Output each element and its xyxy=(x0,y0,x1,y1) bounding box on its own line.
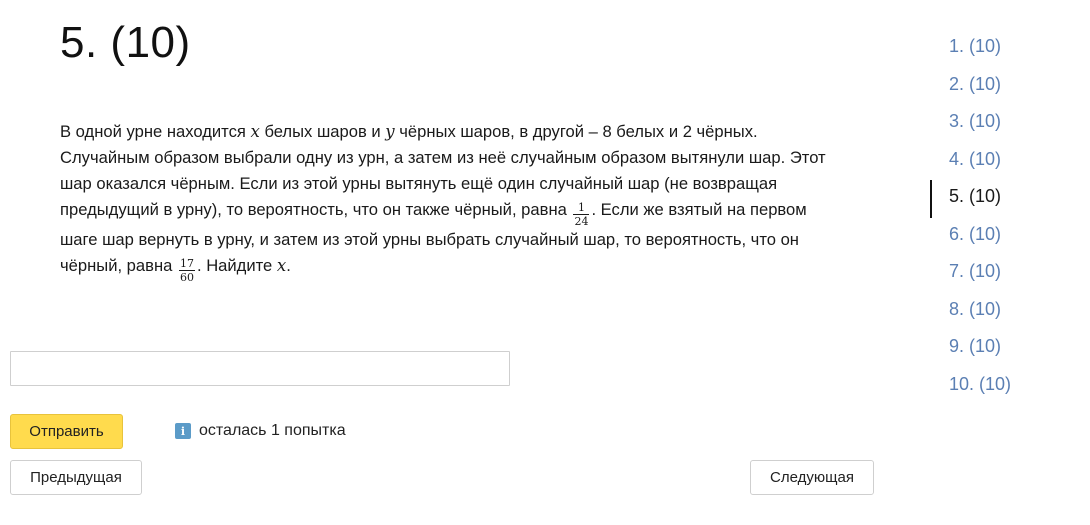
problem-statement: В одной урне находится x белых шаров и y… xyxy=(60,119,840,283)
info-icon: i xyxy=(175,423,191,439)
task-nav-item-6[interactable]: 6. (10) xyxy=(930,218,1070,256)
task-nav-item-4[interactable]: 4. (10) xyxy=(930,143,1070,181)
fraction-numerator: 17 xyxy=(179,257,194,270)
problem-text: В одной урне находится xyxy=(60,122,251,141)
math-variable-y: y xyxy=(385,122,395,141)
fraction-numerator: 1 xyxy=(577,201,585,214)
problem-text: . Найдите xyxy=(196,256,277,275)
fraction-1-24: 1 24 xyxy=(573,201,590,228)
page-title: 5. (10) xyxy=(60,18,191,67)
next-button[interactable]: Следующая xyxy=(750,460,874,495)
task-nav-item-10[interactable]: 10. (10) xyxy=(930,368,1070,406)
fraction-denominator: 60 xyxy=(178,270,195,284)
problem-text: белых шаров и xyxy=(259,122,386,141)
task-nav-item-2[interactable]: 2. (10) xyxy=(930,68,1070,106)
task-nav-item-5[interactable]: 5. (10) xyxy=(930,180,1070,218)
task-page: 5. (10) В одной урне находится x белых ш… xyxy=(0,0,1090,525)
task-nav-item-9[interactable]: 9. (10) xyxy=(930,330,1070,368)
math-variable-x: x xyxy=(250,122,260,141)
attempts-text: осталась 1 попытка xyxy=(199,422,346,439)
task-nav-item-3[interactable]: 3. (10) xyxy=(930,105,1070,143)
submit-button[interactable]: Отправить xyxy=(10,414,123,449)
previous-button[interactable]: Предыдущая xyxy=(10,460,142,495)
attempts-remaining: i осталась 1 попытка xyxy=(175,422,346,440)
fraction-17-60: 17 60 xyxy=(178,257,195,284)
task-nav-item-1[interactable]: 1. (10) xyxy=(930,30,1070,68)
task-nav-item-7[interactable]: 7. (10) xyxy=(930,255,1070,293)
fraction-denominator: 24 xyxy=(573,214,590,228)
task-nav-item-8[interactable]: 8. (10) xyxy=(930,293,1070,331)
math-variable-x: x xyxy=(276,256,287,275)
problem-text: . xyxy=(286,256,291,275)
task-navigation: 1. (10) 2. (10) 3. (10) 4. (10) 5. (10) … xyxy=(930,30,1070,405)
answer-input[interactable] xyxy=(10,351,510,386)
